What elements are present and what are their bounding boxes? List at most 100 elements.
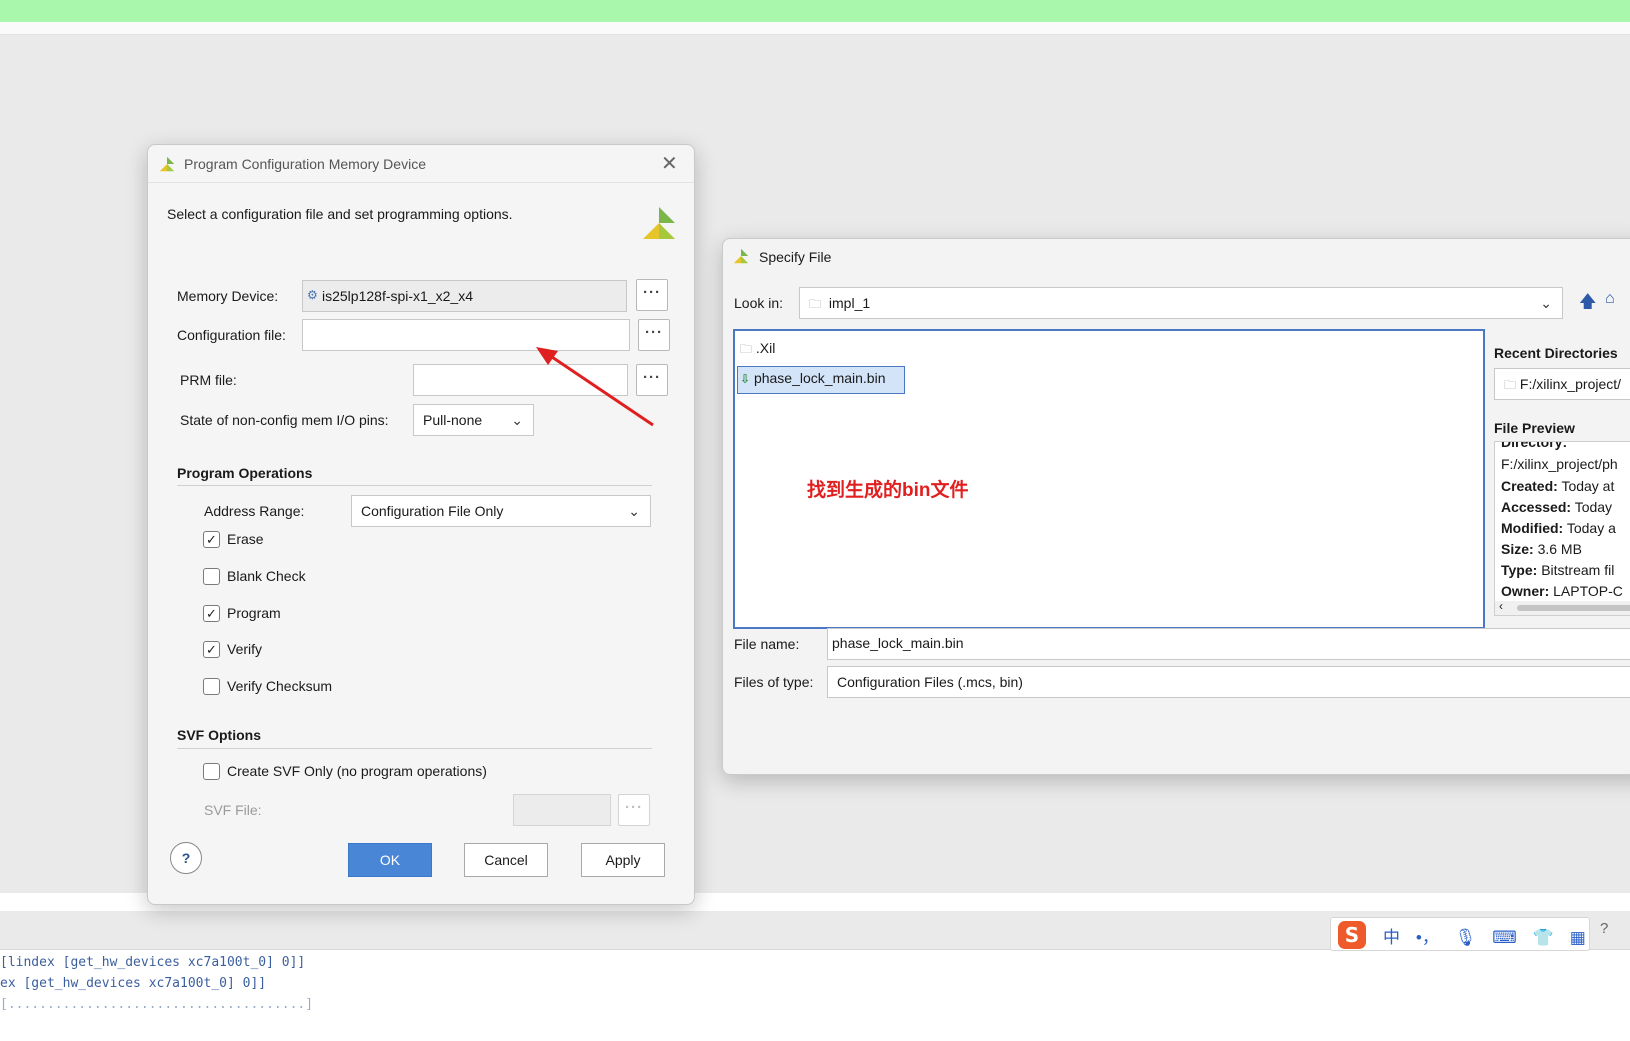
preview-modified: Modified: Today a <box>1501 520 1616 536</box>
look-in-select[interactable]: 🗀 impl_1 ⌄ <box>799 287 1563 319</box>
close-icon[interactable]: ✕ <box>661 151 678 176</box>
console-line: [lindex [get_hw_devices xc7a100t_0] 0]] <box>0 955 306 970</box>
vivado-large-logo-icon <box>643 207 675 239</box>
preview-directory-value: F:/xilinx_project/ph <box>1501 456 1618 472</box>
ime-toolbar: S 中 •， 🎙 ⌨ 👕 ▦ <box>1330 917 1590 951</box>
top-toolbar <box>0 22 1630 35</box>
program-checkbox[interactable]: ✓ <box>203 605 220 622</box>
file-preview-heading: File Preview <box>1494 420 1575 436</box>
file-name: .Xil <box>755 340 776 356</box>
svf-options-heading: SVF Options <box>177 727 261 743</box>
dialog-title: Program Configuration Memory Device <box>184 156 426 172</box>
instruction-text: Select a configuration file and set prog… <box>167 206 513 222</box>
scrollbar-thumb[interactable] <box>1517 605 1630 611</box>
preview-size: Size: 3.6 MB <box>1501 541 1582 557</box>
ime-chinese-toggle[interactable]: 中 <box>1383 923 1400 948</box>
svf-file-browse-button[interactable]: ··· <box>618 794 650 826</box>
svf-only-checkbox[interactable] <box>203 763 220 780</box>
help-icon[interactable]: ? <box>1600 920 1608 937</box>
tcl-console: [lindex [get_hw_devices xc7a100t_0] 0]] … <box>0 949 1630 1041</box>
blank-check-label: Blank Check <box>227 568 306 584</box>
files-of-type-select[interactable]: Configuration Files (.mcs, bin) <box>827 666 1630 698</box>
chevron-down-icon: ⌄ <box>511 412 523 428</box>
verify-label: Verify <box>227 641 263 657</box>
list-item[interactable]: 🗀 .Xil <box>740 340 775 361</box>
address-range-value: Configuration File Only <box>361 503 504 519</box>
up-folder-icon[interactable]: 🡅 <box>1579 289 1596 318</box>
ime-punct-toggle[interactable]: •， <box>1416 923 1439 948</box>
apps-grid-icon[interactable]: ▦ <box>1570 928 1586 948</box>
address-range-label: Address Range: <box>204 503 305 519</box>
blank-check-checkbox[interactable] <box>203 568 220 585</box>
erase-checkbox[interactable]: ✓ <box>203 531 220 548</box>
memory-device-browse-button[interactable]: ··· <box>636 279 668 311</box>
ok-button[interactable]: OK <box>348 843 432 877</box>
skin-icon[interactable]: 👕 <box>1533 928 1554 948</box>
chevron-down-icon: ⌄ <box>628 503 640 519</box>
folder-icon: 🗀 <box>740 342 753 356</box>
svf-file-input[interactable] <box>513 794 611 826</box>
verify-checksum-checkbox[interactable] <box>203 678 220 695</box>
apply-button[interactable]: Apply <box>581 843 665 877</box>
state-select[interactable]: Pull-none ⌄ <box>413 404 534 436</box>
recent-directories-heading: Recent Directories <box>1494 345 1618 361</box>
file-preview-panel: Directory: F:/xilinx_project/ph Created:… <box>1494 441 1630 616</box>
svg-text:S: S <box>1345 923 1359 947</box>
preview-owner: Owner: LAPTOP-C <box>1501 583 1623 599</box>
annotation-arrow-icon <box>536 347 654 427</box>
recent-directory-value: F:/xilinx_project/ <box>1519 376 1622 392</box>
keyboard-icon[interactable]: ⌨ <box>1492 928 1517 948</box>
verify-checksum-label: Verify Checksum <box>227 678 333 694</box>
memory-device-field: ⚙ is25lp128f-spi-x1_x2_x4 <box>302 280 627 312</box>
address-range-select[interactable]: Configuration File Only ⌄ <box>351 495 651 527</box>
state-label: State of non-config mem I/O pins: <box>180 412 389 428</box>
vivado-logo-icon <box>733 248 749 264</box>
state-select-value: Pull-none <box>423 412 483 428</box>
console-line: ex [get_hw_devices xc7a100t_0] 0]] <box>0 976 267 991</box>
preview-accessed: Accessed: Today <box>1501 499 1613 515</box>
chevron-down-icon: ⌄ <box>1540 295 1552 311</box>
preview-type: Type: Bitstream fil <box>1501 562 1615 578</box>
section-divider <box>177 748 652 749</box>
console-line-partial: [......................................] <box>0 997 314 1012</box>
memory-device-label: Memory Device: <box>177 288 279 304</box>
files-of-type-value: Configuration Files (.mcs, bin) <box>837 674 1023 690</box>
program-operations-heading: Program Operations <box>177 465 313 481</box>
chevron-left-icon[interactable]: ‹ <box>1499 599 1503 613</box>
file-name-input[interactable]: phase_lock_main.bin <box>827 628 1630 660</box>
file-list[interactable]: 🗀 .Xil ⇩ phase_lock_main.bin 找到生成的bin文件 <box>733 329 1485 629</box>
verify-checkbox[interactable]: ✓ <box>203 641 220 658</box>
specify-file-dialog: Specify File Look in: 🗀 impl_1 ⌄ 🡅 ⌂ 🗀 .… <box>722 238 1630 775</box>
recent-directory-select[interactable]: 🗀 F:/xilinx_project/ <box>1494 368 1630 400</box>
dialog-title: Specify File <box>759 249 832 265</box>
svf-file-label: SVF File: <box>204 802 262 818</box>
file-name-label: File name: <box>734 636 800 652</box>
sogou-logo-icon[interactable]: S <box>1337 920 1367 950</box>
memory-device-value: is25lp128f-spi-x1_x2_x4 <box>322 288 473 304</box>
svf-only-label: Create SVF Only (no program operations) <box>227 763 487 779</box>
look-in-label: Look in: <box>734 295 784 311</box>
bin-file-icon: ⇩ <box>740 372 751 386</box>
list-item-selected[interactable]: ⇩ phase_lock_main.bin <box>737 366 905 394</box>
folder-icon: 🗀 <box>1504 378 1517 392</box>
dialog-titlebar: Program Configuration Memory Device ✕ <box>148 145 694 183</box>
folder-icon: 🗀 <box>809 297 822 311</box>
help-button[interactable]: ? <box>170 842 202 874</box>
chip-icon: ⚙ <box>307 288 318 302</box>
home-icon[interactable]: ⌂ <box>1605 290 1615 308</box>
cancel-button[interactable]: Cancel <box>464 843 548 877</box>
microphone-icon[interactable]: 🎙 <box>1455 928 1477 948</box>
files-of-type-label: Files of type: <box>734 674 814 690</box>
file-name: phase_lock_main.bin <box>753 370 886 386</box>
preview-directory: Directory: <box>1501 441 1568 450</box>
vivado-logo-icon <box>159 156 175 172</box>
preview-created: Created: Today at <box>1501 478 1615 494</box>
prm-file-label: PRM file: <box>180 372 237 388</box>
preview-scrollbar[interactable]: ‹ <box>1495 599 1630 615</box>
program-config-memory-dialog: Program Configuration Memory Device ✕ Se… <box>147 144 695 905</box>
top-strip <box>0 0 1630 22</box>
annotation-text: 找到生成的bin文件 <box>807 480 969 501</box>
config-file-label: Configuration file: <box>177 327 286 343</box>
look-in-value: impl_1 <box>828 295 871 311</box>
erase-label: Erase <box>227 531 264 547</box>
